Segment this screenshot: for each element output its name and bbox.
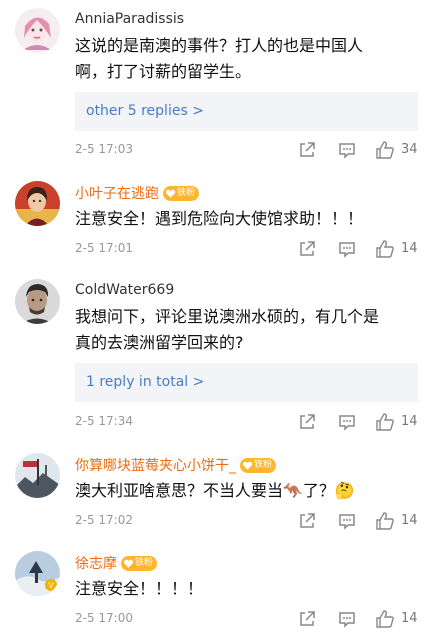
comment-icon[interactable] bbox=[337, 140, 357, 160]
comment-icon[interactable] bbox=[337, 239, 357, 259]
like-count: 14 bbox=[401, 513, 418, 528]
username-text[interactable]: 徐志摩 bbox=[75, 553, 117, 573]
like-count: 14 bbox=[401, 611, 418, 626]
fan-badge: 铁粉 bbox=[240, 457, 277, 473]
username-text[interactable]: AnniaParadissis bbox=[75, 11, 184, 27]
thumbs-up-icon[interactable] bbox=[375, 140, 395, 160]
fan-badge: 铁粉 bbox=[121, 555, 158, 571]
comment-line: 注意安全！遇到危险向大使馆求助！！！ bbox=[75, 209, 364, 228]
comment-meta: 2-5 17:34 14 bbox=[75, 412, 420, 432]
timestamp: 2-5 17:03 bbox=[75, 142, 133, 156]
avatar[interactable] bbox=[15, 453, 60, 498]
username-text[interactable]: 你算哪块蓝莓夹心小饼干_ bbox=[75, 455, 236, 475]
like-count: 34 bbox=[401, 142, 418, 157]
comment-meta: 2-5 17:02 14 bbox=[75, 511, 420, 531]
share-icon[interactable] bbox=[297, 511, 317, 531]
heart-icon bbox=[165, 189, 176, 198]
comment-icon[interactable] bbox=[337, 511, 357, 531]
comment-item: V 徐志摩 铁粉 注意安全！！！！ 2-5 17:00 14 bbox=[0, 540, 433, 636]
comment-text: 这说的是南澳的事件？打人的也是中国人 啊，打了讨薪的留学生。 bbox=[75, 33, 420, 85]
comment-meta: 2-5 17:00 14 bbox=[75, 609, 420, 629]
timestamp: 2-5 17:02 bbox=[75, 513, 133, 527]
username[interactable]: AnniaParadissis bbox=[75, 11, 184, 27]
svg-text:V: V bbox=[48, 581, 54, 590]
username[interactable]: 徐志摩 铁粉 bbox=[75, 553, 158, 573]
comment-item: 小叶子在逃跑 铁粉 注意安全！遇到危险向大使馆求助！！！ 2-5 17:01 1… bbox=[0, 170, 433, 268]
badge-label: 铁粉 bbox=[135, 557, 154, 568]
fan-badge: 铁粉 bbox=[163, 185, 200, 201]
username-text[interactable]: ColdWater669 bbox=[75, 282, 174, 298]
comment-icon[interactable] bbox=[337, 412, 357, 432]
comment-text: 我想问下，评论里说澳洲水硕的，有几个是 真的去澳洲留学回来的? bbox=[75, 304, 420, 356]
thumbs-up-icon[interactable] bbox=[375, 511, 395, 531]
username[interactable]: 你算哪块蓝莓夹心小饼干_ 铁粉 bbox=[75, 455, 277, 475]
comment-line: 真的去澳洲留学回来的? bbox=[75, 333, 244, 352]
comment-text: 注意安全！遇到危险向大使馆求助！！！ bbox=[75, 206, 420, 232]
timestamp: 2-5 17:00 bbox=[75, 611, 133, 625]
comment-icon[interactable] bbox=[337, 609, 357, 629]
comment-line: 这说的是南澳的事件？打人的也是中国人 bbox=[75, 36, 364, 55]
comment-text: 澳大利亚啥意思？不当人要当🦘了？🤔 bbox=[75, 478, 420, 504]
share-icon[interactable] bbox=[297, 609, 317, 629]
avatar[interactable] bbox=[15, 181, 60, 226]
badge-label: 铁粉 bbox=[254, 459, 273, 470]
avatar[interactable] bbox=[15, 8, 60, 53]
comment-line: 澳大利亚啥意思？不当人要当🦘了？🤔 bbox=[75, 481, 355, 500]
timestamp: 2-5 17:01 bbox=[75, 241, 133, 255]
like-count: 14 bbox=[401, 414, 418, 429]
share-icon[interactable] bbox=[297, 239, 317, 259]
comment-line: 我想问下，评论里说澳洲水硕的，有几个是 bbox=[75, 307, 380, 326]
comment-meta: 2-5 17:03 34 bbox=[75, 140, 420, 160]
comment-line: 啊，打了讨薪的留学生。 bbox=[75, 62, 252, 81]
comment-item: 你算哪块蓝莓夹心小饼干_ 铁粉 澳大利亚啥意思？不当人要当🦘了？🤔 2-5 17… bbox=[0, 442, 433, 540]
replies-link[interactable]: other 5 replies > bbox=[75, 92, 418, 131]
like-count: 14 bbox=[401, 241, 418, 256]
avatar[interactable]: V bbox=[15, 551, 60, 596]
comment-feed: AnniaParadissis 这说的是南澳的事件？打人的也是中国人 啊，打了讨… bbox=[0, 0, 433, 636]
username[interactable]: 小叶子在逃跑 铁粉 bbox=[75, 183, 200, 203]
comment-item: AnniaParadissis 这说的是南澳的事件？打人的也是中国人 啊，打了讨… bbox=[0, 0, 433, 170]
heart-icon bbox=[242, 461, 253, 470]
avatar[interactable] bbox=[15, 279, 60, 324]
heart-icon bbox=[123, 559, 134, 568]
share-icon[interactable] bbox=[297, 412, 317, 432]
comment-meta: 2-5 17:01 14 bbox=[75, 239, 420, 259]
thumbs-up-icon[interactable] bbox=[375, 239, 395, 259]
thumbs-up-icon[interactable] bbox=[375, 412, 395, 432]
replies-link[interactable]: 1 reply in total > bbox=[75, 363, 418, 402]
comment-item: ColdWater669 我想问下，评论里说澳洲水硕的，有几个是 真的去澳洲留学… bbox=[0, 268, 433, 442]
share-icon[interactable] bbox=[297, 140, 317, 160]
badge-label: 铁粉 bbox=[177, 187, 196, 198]
username[interactable]: ColdWater669 bbox=[75, 282, 174, 298]
username-text[interactable]: 小叶子在逃跑 bbox=[75, 183, 159, 203]
thumbs-up-icon[interactable] bbox=[375, 609, 395, 629]
comment-text: 注意安全！！！！ bbox=[75, 576, 420, 602]
comment-line: 注意安全！！！！ bbox=[75, 579, 204, 598]
timestamp: 2-5 17:34 bbox=[75, 414, 133, 428]
